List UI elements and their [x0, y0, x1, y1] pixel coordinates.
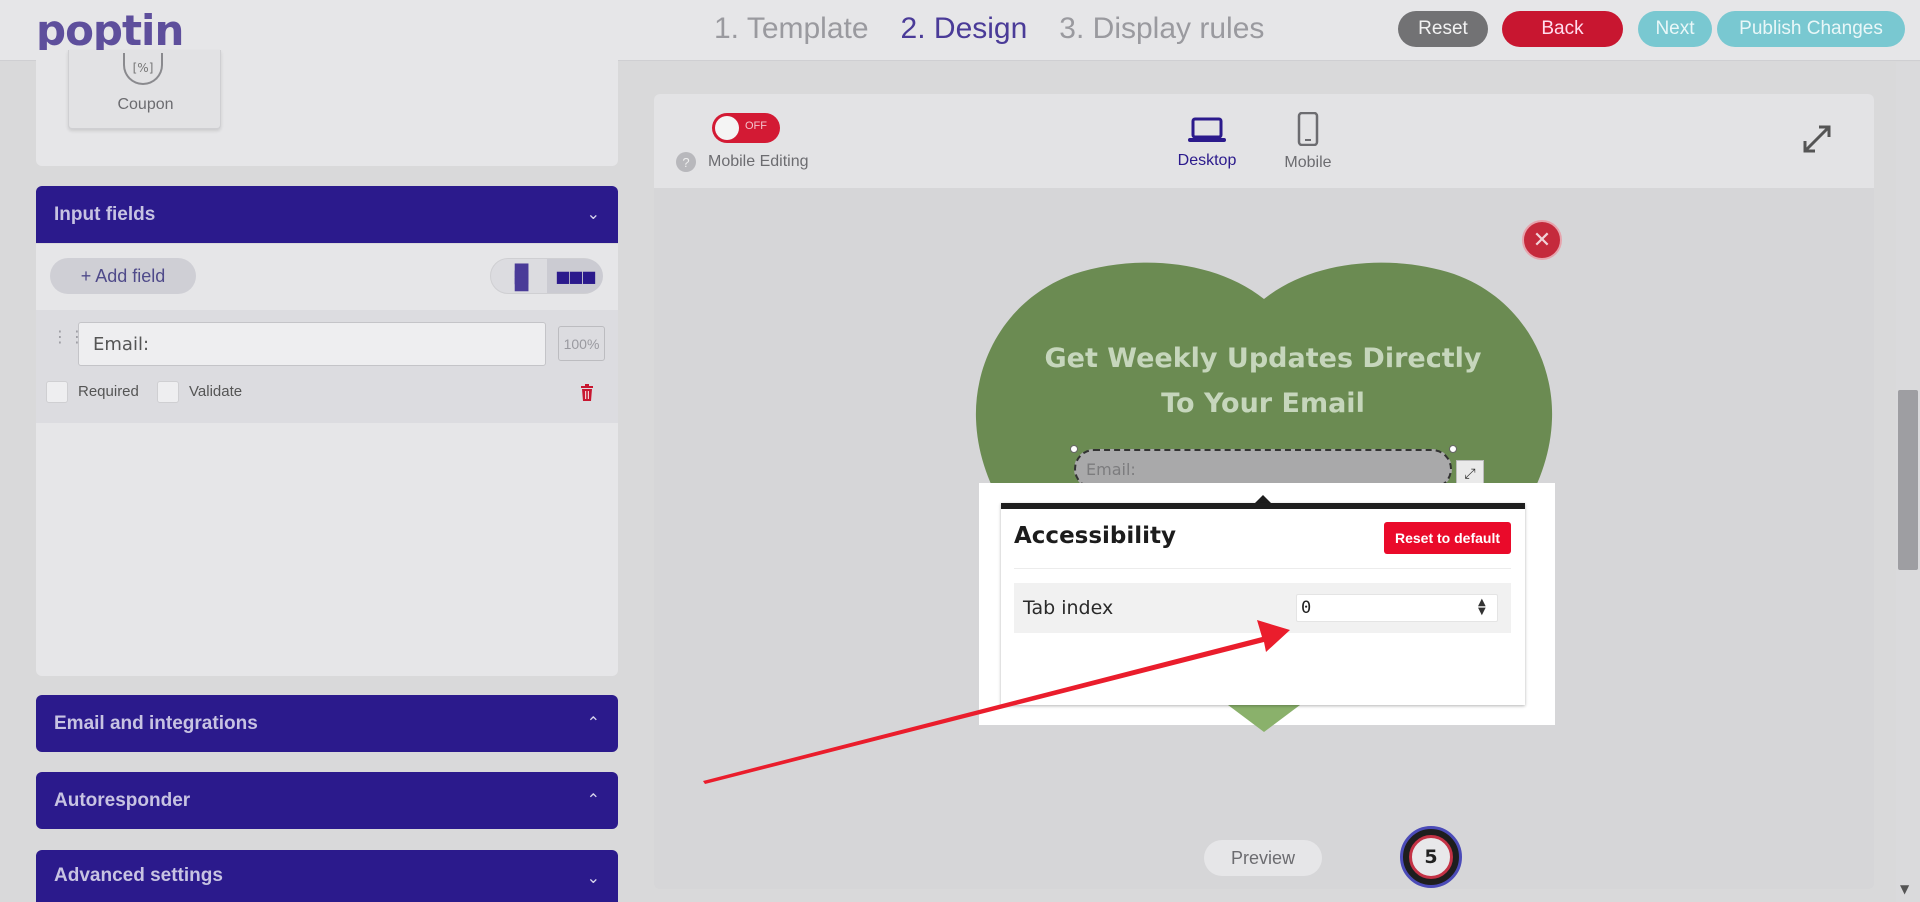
popup-headline[interactable]: Get Weekly Updates Directly To Your Emai…: [1030, 336, 1496, 426]
selection-handle[interactable]: [1070, 445, 1078, 453]
validate-label: Validate: [189, 383, 243, 400]
number-spinner-icon[interactable]: ▲ ▼: [1478, 598, 1486, 617]
scrollbar-thumb[interactable]: [1898, 390, 1918, 570]
input-fields-header[interactable]: Input fields ⌄: [36, 186, 618, 243]
field-layout-toggle: ■ ■ ■ ■■■: [490, 258, 603, 294]
mobile-editing-toggle[interactable]: OFF: [712, 113, 780, 143]
field-width-input[interactable]: 100%: [558, 326, 605, 361]
popup-close-icon[interactable]: ✕: [1522, 220, 1562, 260]
headline-line-2: To Your Email: [1161, 388, 1365, 419]
preview-button[interactable]: Preview: [1204, 840, 1322, 876]
advanced-settings-title: Advanced settings: [54, 865, 223, 886]
validate-checkbox[interactable]: [157, 381, 179, 403]
input-fields-panel: [36, 244, 618, 676]
next-button[interactable]: Next: [1638, 11, 1712, 47]
autoresponder-title: Autoresponder: [54, 789, 191, 811]
tab-index-label: Tab index: [1023, 597, 1114, 619]
modal-divider: [1014, 568, 1511, 569]
toggle-knob: [715, 116, 739, 140]
laptop-icon: [1188, 117, 1226, 142]
canvas-toolbar: [654, 94, 1874, 188]
chevron-down-icon: ⌄: [586, 206, 600, 223]
selection-handle[interactable]: [1449, 445, 1457, 453]
field-label-input[interactable]: Email:: [78, 322, 546, 366]
mobile-label: Mobile: [1284, 154, 1332, 171]
input-fields-title: Input fields: [54, 203, 156, 225]
required-label: Required: [78, 383, 139, 400]
chevron-down-icon: ⌄: [586, 870, 600, 887]
horizontal-layout-icon[interactable]: ■■■: [547, 259, 603, 293]
badge-count: 5: [1409, 835, 1453, 879]
reset-to-default-button[interactable]: Reset to default: [1384, 522, 1511, 554]
required-checkbox[interactable]: [46, 381, 68, 403]
tab-index-input[interactable]: 0: [1296, 594, 1498, 622]
accessibility-title: Accessibility: [1014, 523, 1177, 549]
coupon-element-tile[interactable]: [%] Coupon: [68, 50, 221, 129]
coupon-label: Coupon: [117, 96, 174, 113]
heart-tip-shape: [1224, 702, 1304, 732]
fullscreen-expand-icon[interactable]: [1802, 124, 1832, 154]
desktop-label: Desktop: [1177, 152, 1237, 169]
advanced-settings-header[interactable]: Advanced settings ⌄: [36, 850, 618, 902]
wizard-steps: 1. Template 2. Design 3. Display rules: [714, 12, 1264, 46]
toggle-state-label: OFF: [745, 120, 767, 132]
chevron-up-icon: ⌃: [586, 715, 600, 732]
phone-icon: [1297, 111, 1319, 147]
vertical-layout-icon[interactable]: ■ ■ ■: [513, 261, 530, 293]
poptin-logo[interactable]: poptin: [36, 6, 184, 55]
chevron-up-icon: ⌃: [586, 792, 600, 809]
mobile-view-button[interactable]: Mobile: [1280, 111, 1336, 172]
mobile-editing-label: Mobile Editing: [708, 153, 809, 170]
coupon-icon: [%]: [123, 53, 163, 85]
notification-badge[interactable]: 5: [1400, 826, 1462, 888]
desktop-view-button[interactable]: Desktop: [1175, 116, 1239, 170]
step-template[interactable]: 1. Template: [714, 12, 869, 46]
step-display-rules[interactable]: 3. Display rules: [1059, 12, 1264, 46]
trash-icon[interactable]: [580, 384, 594, 402]
reset-button[interactable]: Reset: [1398, 11, 1488, 47]
back-button[interactable]: Back: [1502, 11, 1623, 47]
scroll-down-arrow-icon[interactable]: ▼: [1900, 882, 1909, 896]
step-design[interactable]: 2. Design: [901, 12, 1028, 46]
help-icon[interactable]: ?: [676, 152, 696, 172]
email-integrations-header[interactable]: Email and integrations ⌃: [36, 695, 618, 752]
autoresponder-header[interactable]: Autoresponder ⌃: [36, 772, 618, 829]
publish-changes-button[interactable]: Publish Changes: [1717, 11, 1905, 47]
add-field-button[interactable]: + Add field: [50, 258, 196, 294]
headline-line-1: Get Weekly Updates Directly: [1044, 343, 1482, 374]
email-integrations-title: Email and integrations: [54, 712, 258, 734]
